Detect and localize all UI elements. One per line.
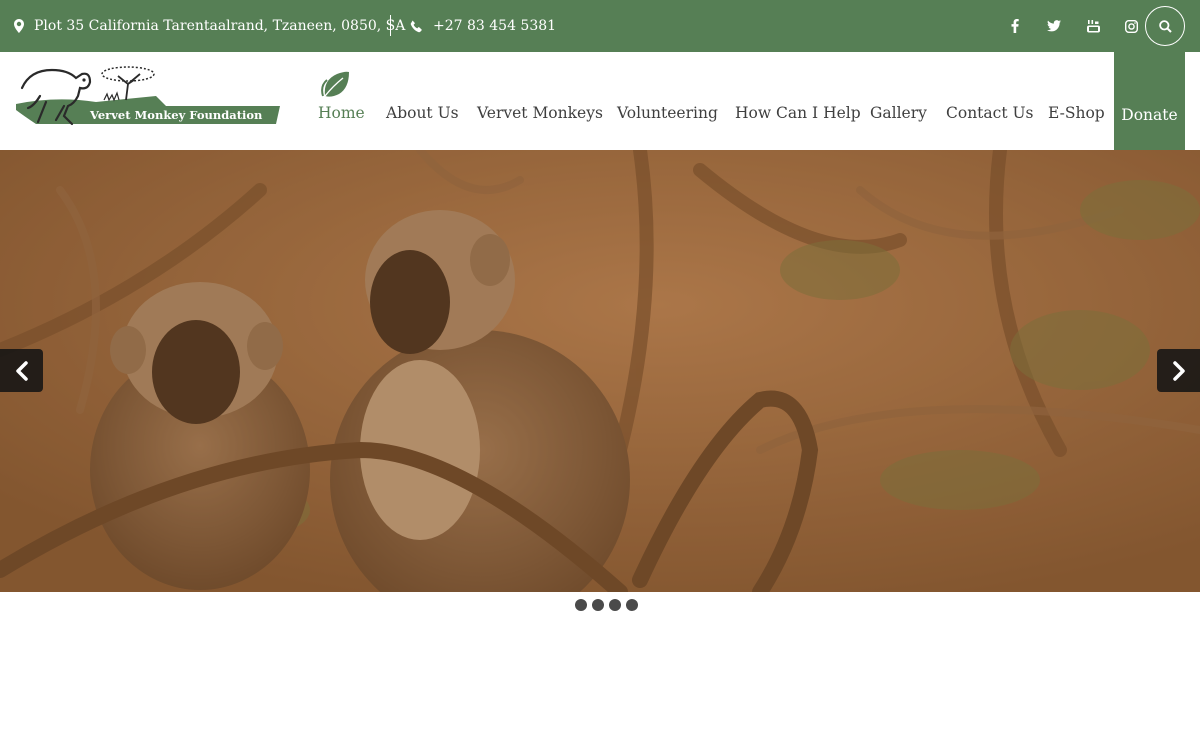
top-bar: Plot 35 California Tarentaalrand, Tzanee… bbox=[0, 0, 1200, 52]
donate-button[interactable]: Donate bbox=[1114, 52, 1185, 150]
slider-dot[interactable] bbox=[575, 599, 587, 611]
nav-vervet-monkeys[interactable]: Vervet Monkeys bbox=[477, 104, 603, 122]
chevron-right-icon bbox=[1172, 360, 1185, 381]
facebook-icon[interactable] bbox=[1004, 0, 1026, 52]
phone-block[interactable]: +27 83 454 5381 bbox=[410, 0, 556, 52]
instagram-icon[interactable] bbox=[1120, 0, 1142, 52]
chevron-left-icon bbox=[15, 360, 28, 381]
slider-next-button[interactable] bbox=[1157, 349, 1200, 392]
twitter-icon[interactable] bbox=[1043, 0, 1065, 52]
address-block: Plot 35 California Tarentaalrand, Tzanee… bbox=[14, 0, 405, 52]
slider-dot[interactable] bbox=[626, 599, 638, 611]
youtube-icon[interactable] bbox=[1082, 0, 1104, 52]
phone-icon bbox=[410, 20, 422, 32]
site-logo[interactable]: Vervet Monkey Foundation bbox=[16, 66, 280, 130]
site-header: Vervet Monkey Foundation Home About Us V… bbox=[0, 52, 1200, 150]
nav-about-us[interactable]: About Us bbox=[386, 104, 459, 122]
nav-gallery[interactable]: Gallery bbox=[870, 104, 927, 122]
slider-prev-button[interactable] bbox=[0, 349, 43, 392]
nav-e-shop[interactable]: E-Shop bbox=[1048, 104, 1105, 122]
search-icon bbox=[1158, 19, 1172, 33]
nav-volunteering[interactable]: Volunteering bbox=[617, 104, 718, 122]
hero-overlay bbox=[0, 150, 1200, 592]
search-button[interactable] bbox=[1145, 6, 1185, 46]
slider-pagination bbox=[575, 599, 638, 611]
address-text: Plot 35 California Tarentaalrand, Tzanee… bbox=[34, 18, 406, 34]
phone-text: +27 83 454 5381 bbox=[433, 18, 557, 34]
leaf-icon bbox=[321, 71, 349, 97]
slider-dot[interactable] bbox=[592, 599, 604, 611]
nav-how-can-i-help[interactable]: How Can I Help bbox=[735, 104, 861, 122]
nav-home[interactable]: Home bbox=[318, 104, 365, 122]
map-marker-icon bbox=[14, 19, 24, 33]
nav-contact-us[interactable]: Contact Us bbox=[946, 104, 1034, 122]
slider-dot[interactable] bbox=[609, 599, 621, 611]
topbar-divider bbox=[390, 15, 391, 36]
logo-text: Vervet Monkey Foundation bbox=[89, 108, 263, 122]
hero-slider bbox=[0, 150, 1200, 592]
